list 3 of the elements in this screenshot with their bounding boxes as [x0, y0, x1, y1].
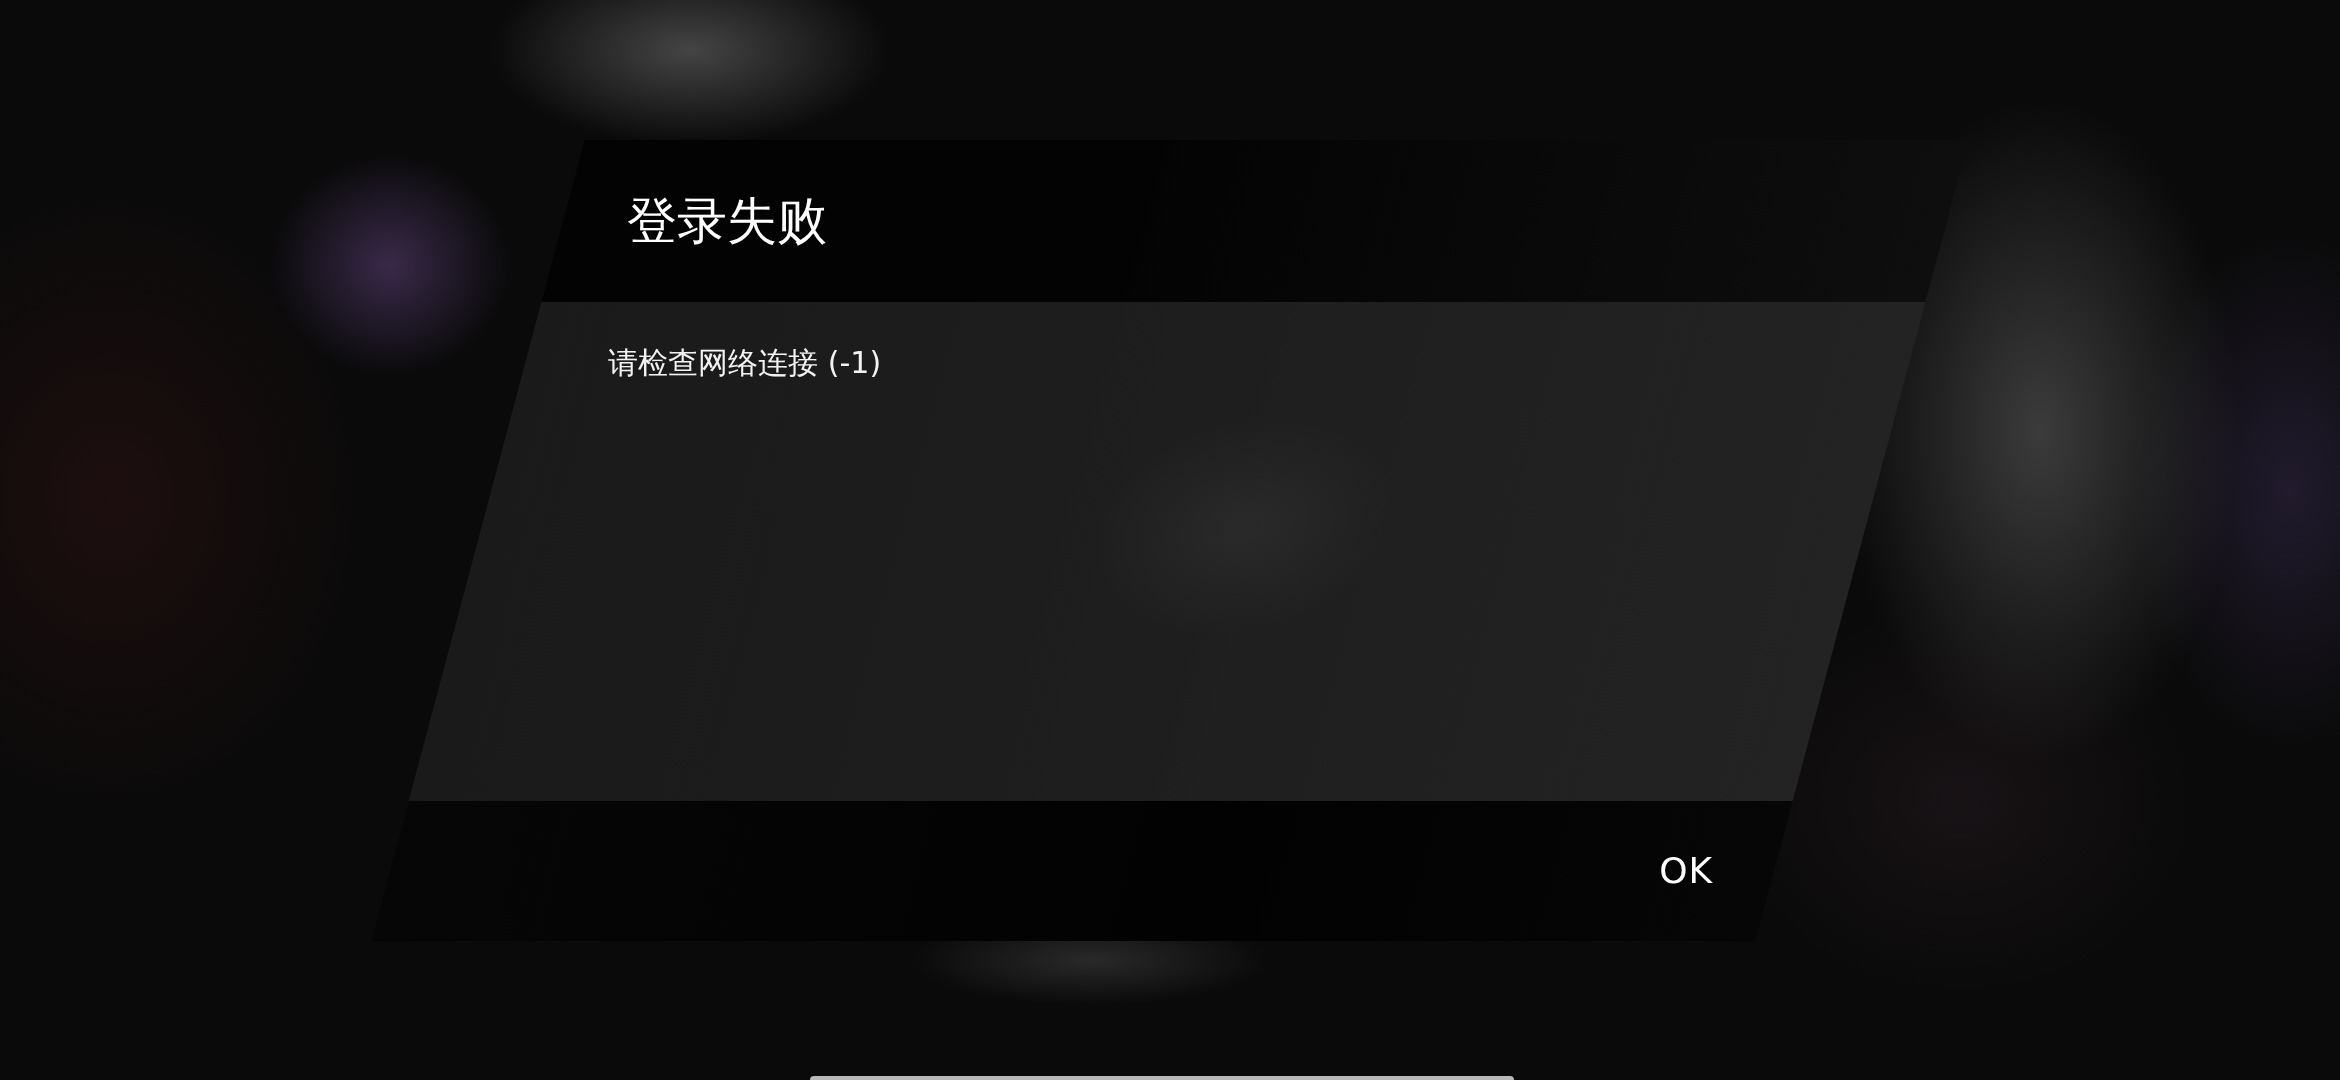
error-message: 请检查网络连接 (-1)	[608, 343, 882, 381]
ok-button[interactable]: OK	[1653, 844, 1720, 897]
dialog-title: 登录失败	[627, 190, 827, 251]
